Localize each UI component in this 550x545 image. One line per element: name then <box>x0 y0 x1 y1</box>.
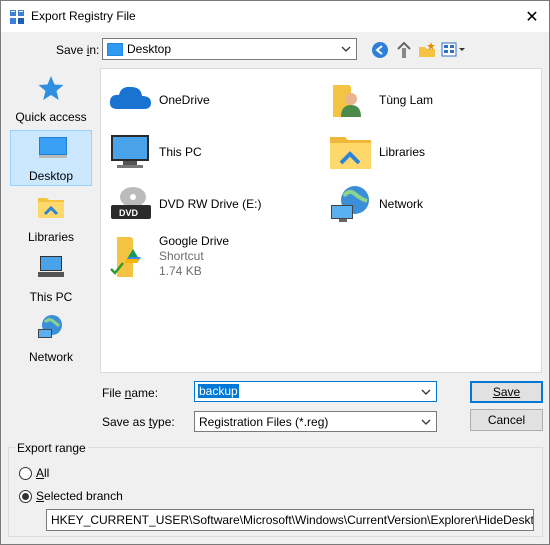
save-as-type-dropdown[interactable]: Registration Files (*.reg) <box>194 411 437 432</box>
all-radio-label: All <box>36 466 50 480</box>
cancel-button-label: Cancel <box>487 413 526 427</box>
export-registry-dialog: Export Registry File ✕ Save in: Desktop <box>0 0 550 545</box>
all-radio[interactable] <box>19 467 32 480</box>
cancel-button[interactable]: Cancel <box>470 409 543 431</box>
close-button[interactable]: ✕ <box>515 1 549 32</box>
up-folder-icon[interactable] <box>394 41 414 59</box>
place-label: Quick access <box>15 110 87 124</box>
chevron-down-icon[interactable] <box>418 383 434 400</box>
user-folder-icon <box>333 85 361 117</box>
place-label: Desktop <box>28 169 74 183</box>
save-in-label: Save in: <box>56 43 100 57</box>
item-name: Network <box>379 197 424 211</box>
save-as-type-value: Registration Files (*.reg) <box>199 415 329 429</box>
save-in-dropdown[interactable]: Desktop <box>102 38 357 60</box>
registry-editor-icon <box>10 10 24 24</box>
window-title: Export Registry File <box>31 9 136 23</box>
desktop-icon <box>39 137 67 158</box>
export-range-label: Export range <box>15 441 88 455</box>
item-type: Shortcut <box>159 249 204 263</box>
chevron-down-icon <box>338 40 354 58</box>
place-quick-access[interactable]: Quick access <box>10 70 92 126</box>
place-this-pc[interactable]: This PC <box>10 250 92 306</box>
back-arrow-icon[interactable] <box>370 41 390 59</box>
branch-path-input[interactable]: HKEY_CURRENT_USER\Software\Microsoft\Win… <box>46 509 534 531</box>
selected-branch-radio[interactable] <box>19 490 32 503</box>
list-item[interactable]: DVD DVD RW Drive (E:) <box>109 185 309 225</box>
place-network[interactable]: Network <box>10 310 92 366</box>
list-item[interactable]: OneDrive <box>109 81 289 121</box>
file-name-label: File name: <box>102 386 159 400</box>
new-folder-icon[interactable] <box>417 41 437 59</box>
save-in-value: Desktop <box>127 42 172 56</box>
place-label: This PC <box>29 290 73 304</box>
file-name-value: backup <box>198 384 239 398</box>
list-item[interactable]: Google Drive Shortcut 1.74 KB <box>109 233 289 281</box>
radio-selected-dot <box>22 493 29 500</box>
place-label: Libraries <box>27 230 75 244</box>
libraries-folder-icon <box>38 198 64 218</box>
item-name: OneDrive <box>159 93 210 107</box>
network-globe-icon <box>38 315 62 338</box>
file-name-input[interactable]: backup <box>194 381 437 402</box>
place-libraries[interactable]: Libraries <box>10 190 92 246</box>
save-button[interactable]: Save <box>470 381 543 403</box>
view-menu-icon[interactable] <box>441 41 467 59</box>
google-drive-folder-icon <box>110 237 141 277</box>
item-name: DVD RW Drive (E:) <box>159 197 262 211</box>
chevron-down-icon <box>418 413 434 430</box>
list-item[interactable]: Network <box>329 185 509 225</box>
title-bar: Export Registry File ✕ <box>1 1 549 32</box>
places-bar: Quick access Desktop Libraries This PC N… <box>8 68 94 373</box>
dvd-drive-icon: DVD <box>111 187 151 219</box>
libraries-folder-icon <box>330 137 371 169</box>
cloud-icon <box>109 86 151 109</box>
computer-icon <box>38 256 64 277</box>
item-name: Google Drive <box>159 234 230 248</box>
network-globe-icon <box>331 186 369 222</box>
close-icon: ✕ <box>525 8 539 26</box>
save-button-label: Save <box>492 385 521 399</box>
branch-path-value: HKEY_CURRENT_USER\Software\Microsoft\Win… <box>51 513 534 527</box>
desktop-icon <box>107 43 123 56</box>
place-desktop[interactable]: Desktop <box>10 130 92 186</box>
list-item[interactable]: Tùng Lam <box>329 81 509 121</box>
item-name: This PC <box>159 145 202 159</box>
list-item[interactable]: This PC <box>109 133 289 173</box>
save-as-type-label: Save as type: <box>102 415 175 429</box>
list-item[interactable]: Libraries <box>329 133 509 173</box>
selected-branch-label: Selected branch <box>36 489 123 503</box>
file-list[interactable]: OneDrive Tùng Lam This PC Libraries DVD … <box>100 68 542 373</box>
computer-icon <box>111 135 149 168</box>
star-icon <box>38 76 64 100</box>
svg-text:DVD: DVD <box>119 208 139 218</box>
place-label: Network <box>28 350 73 364</box>
item-name: Tùng Lam <box>379 93 434 107</box>
item-size: 1.74 KB <box>159 264 202 278</box>
item-name: Libraries <box>379 145 426 159</box>
